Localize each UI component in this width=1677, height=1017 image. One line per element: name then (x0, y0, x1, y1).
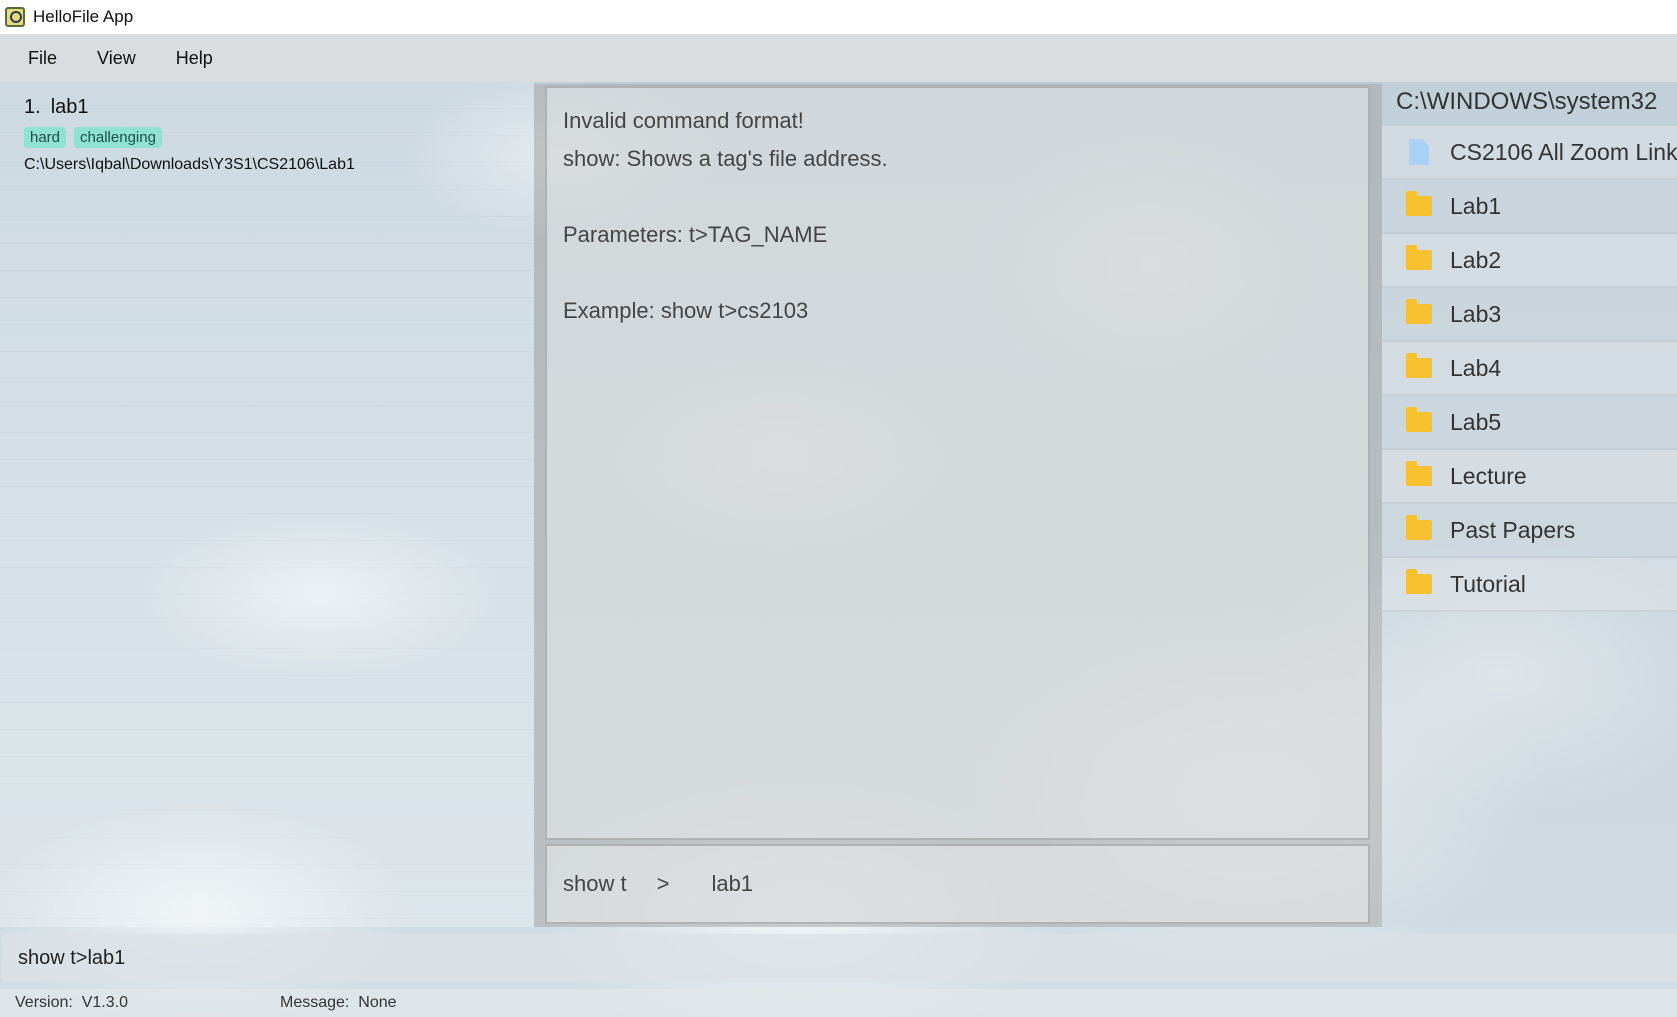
menu-view[interactable]: View (83, 42, 150, 75)
tag-badge: hard (24, 127, 67, 148)
tag-card[interactable]: 1. lab1 hard challenging C:\Users\Iqbal\D… (24, 96, 524, 174)
suggestion-prefix: > (656, 871, 670, 896)
folder-item-lab1[interactable]: Lab1 (1382, 180, 1677, 234)
file-item-label: CS2106 All Zoom Links.pdf (1450, 138, 1677, 165)
result-line (563, 254, 1352, 292)
file-item-label: Lecture (1450, 462, 1527, 489)
folder-item-tutorial[interactable]: Tutorial (1382, 558, 1677, 612)
tag-card-name: lab1 (50, 96, 89, 118)
folder-item-past-papers[interactable]: Past Papers (1382, 504, 1677, 558)
file-item-label: Lab3 (1450, 300, 1502, 327)
tag-list-panel[interactable]: 1. lab1 hard challenging C:\Users\Iqbal\D… (0, 82, 534, 927)
menu-file[interactable]: File (14, 42, 71, 75)
message-value: None (358, 994, 397, 1011)
status-message: Message: None (280, 994, 397, 1012)
folder-icon (1406, 515, 1432, 540)
file-item-label: Lab4 (1450, 354, 1502, 381)
folder-icon (1406, 299, 1432, 324)
file-item-label: Tutorial (1450, 570, 1526, 597)
tag-card-path: C:\Users\Iqbal\Downloads\Y3S1\CS2106\Lab… (24, 156, 355, 173)
version-value: V1.3.0 (81, 994, 128, 1011)
file-item-label: Lab2 (1450, 246, 1502, 273)
folder-item-lab5[interactable]: Lab5 (1382, 396, 1677, 450)
menu-help[interactable]: Help (162, 42, 227, 75)
folder-icon (1406, 407, 1432, 432)
title-bar: HelloFile App (0, 0, 1677, 34)
tag-badge: challenging (74, 127, 162, 148)
folder-item-lab2[interactable]: Lab2 (1382, 234, 1677, 288)
suggestion-argument: lab1 (711, 871, 754, 896)
result-line: show: Shows a tag's file address. (563, 146, 888, 171)
tag-badges: hard challenging (24, 127, 524, 148)
window-title: HelloFile App (33, 7, 134, 26)
file-item-cs2106-zoom-links[interactable]: CS2106 All Zoom Links.pdf (1382, 126, 1677, 180)
file-item-label: Lab5 (1450, 408, 1502, 435)
result-line: Invalid command format! (563, 108, 804, 133)
result-line: Example: show t>cs2103 (563, 298, 809, 323)
folder-item-lecture[interactable]: Lecture (1382, 450, 1677, 504)
status-version: Version: V1.3.0 (15, 994, 280, 1012)
result-line (563, 178, 1352, 216)
folder-item-lab4[interactable]: Lab4 (1382, 342, 1677, 396)
folder-item-lab3[interactable]: Lab3 (1382, 288, 1677, 342)
command-input[interactable]: show t>lab1 (2, 934, 1677, 982)
status-bar: Version: V1.3.0 Message: None (0, 989, 1677, 1017)
suggestion-command: show t (563, 871, 627, 896)
folder-icon (1406, 245, 1432, 270)
document-icon (1409, 139, 1429, 165)
folder-icon (1406, 569, 1432, 594)
folder-icon (1406, 461, 1432, 486)
folder-icon (1406, 191, 1432, 216)
result-line: Parameters: t>TAG_NAME (563, 222, 828, 247)
file-item-label: Past Papers (1450, 516, 1576, 543)
message-label: Message: (280, 994, 350, 1011)
tag-card-title: 1. lab1 (24, 96, 524, 119)
result-display: Invalid command format! show: Shows a ta… (545, 86, 1370, 840)
folder-icon (1406, 353, 1432, 378)
file-item-label: Lab1 (1450, 192, 1502, 219)
app-logo-icon (5, 7, 25, 27)
command-input-value: show t>lab1 (18, 946, 126, 969)
version-label: Version: (15, 994, 73, 1011)
menu-bar: File View Help (0, 34, 1677, 82)
file-list: CS2106 All Zoom Links.pdf Lab1 Lab2 Lab3… (1382, 126, 1677, 612)
current-directory-path: C:\WINDOWS\system32 (1396, 88, 1658, 115)
tag-card-index: 1. (24, 96, 41, 118)
command-suggestion-box: show t > lab1 (545, 844, 1370, 924)
